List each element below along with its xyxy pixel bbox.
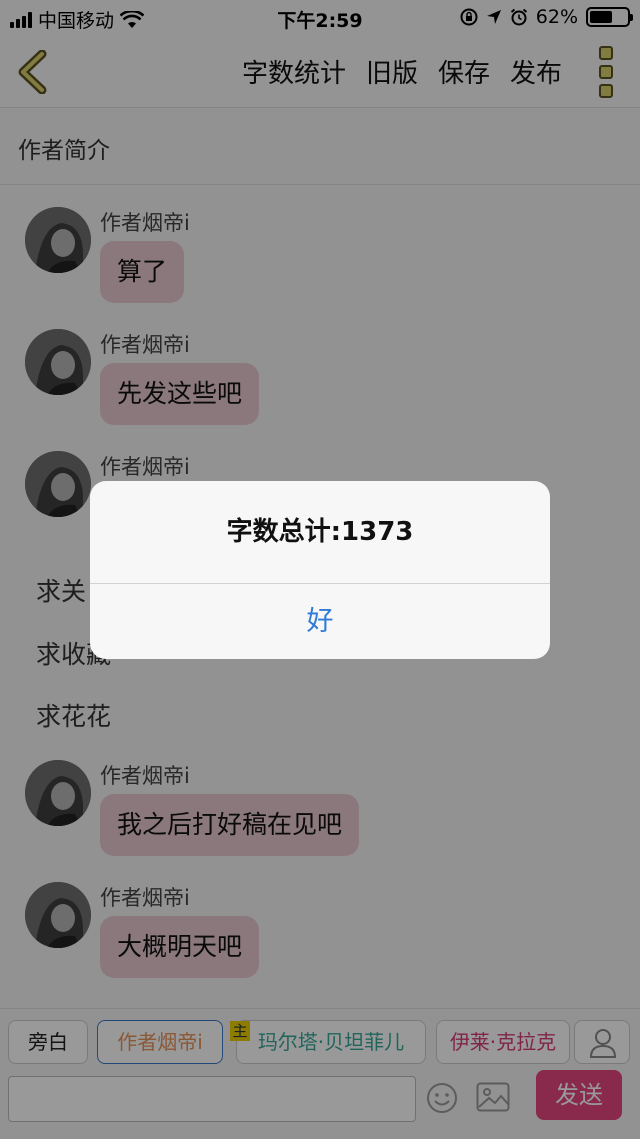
- alert-title: 字数总计:1373: [226, 517, 414, 547]
- alert-dialog: 字数总计:1373 好: [90, 481, 550, 659]
- alert-ok-button[interactable]: 好: [90, 584, 550, 659]
